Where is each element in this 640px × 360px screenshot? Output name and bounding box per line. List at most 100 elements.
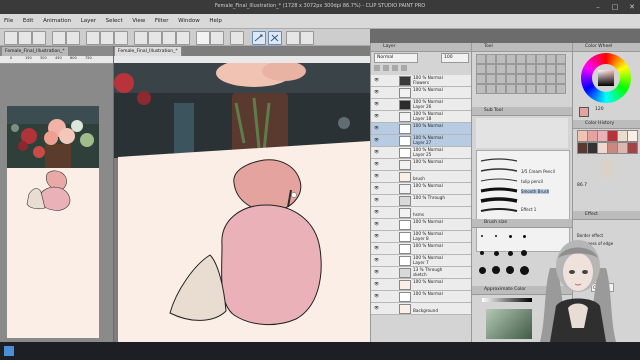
tool-button[interactable] [546,74,556,84]
maximize-icon[interactable]: □ [607,0,623,14]
tool-button[interactable] [526,64,536,74]
menu-window[interactable]: Window [174,14,204,28]
history-swatch[interactable] [627,142,638,154]
eye-icon[interactable]: 👁 [374,234,379,238]
eye-icon[interactable]: 👁 [374,162,379,166]
eye-icon[interactable]: 👁 [374,270,379,274]
layer-row[interactable]: 👁 100 % Normal [371,123,471,135]
tool-button[interactable] [476,64,486,74]
tool-button[interactable] [556,64,566,74]
layer-row[interactable]: 👁 100 % Through [371,195,471,207]
eye-icon[interactable]: 👁 [374,114,379,118]
eye-icon[interactable]: 👁 [374,210,379,214]
tool-button[interactable] [476,54,486,64]
tool-button[interactable] [536,54,546,64]
eye-icon[interactable]: 👁 [374,90,379,94]
menu-select[interactable]: Select [102,14,127,28]
approx-color-grid[interactable] [486,309,532,339]
layer-row[interactable]: 👁 100 % Normal [371,183,471,195]
layer-row[interactable]: 👁 brush [371,171,471,183]
snap-special-icon[interactable] [210,31,224,45]
menu-edit[interactable]: Edit [19,14,38,28]
tool-button[interactable] [486,64,496,74]
layer-row[interactable]: 👁 100 % Normal Layer 27 [371,135,471,147]
clear-icon[interactable] [86,31,100,45]
tool-button[interactable] [496,84,506,94]
tool-button[interactable] [526,54,536,64]
eye-icon[interactable]: 👁 [374,258,379,262]
menu-file[interactable]: File [0,14,17,28]
trash-icon[interactable] [401,65,407,71]
layer-row[interactable]: 👁 100 % Normal Layer 25 [371,147,471,159]
blend-mode-select[interactable]: Normal [374,53,418,63]
new-layer-icon[interactable] [374,65,380,71]
layer-row[interactable]: 👁 Background [371,303,471,315]
deselect-icon[interactable] [148,31,162,45]
eye-icon[interactable]: 👁 [374,126,379,130]
layer-row[interactable]: 👁 100 % Normal [371,279,471,291]
mask-icon[interactable] [392,65,398,71]
tool-button[interactable] [476,74,486,84]
tool-button[interactable] [556,74,566,84]
saturation-square[interactable] [598,70,614,86]
layer-row[interactable]: 👁 100 % Normal Flowers [371,75,471,87]
layer-row[interactable]: 👁 100 % Normal [371,291,471,303]
brush-size-option[interactable] [478,266,486,274]
tool-button[interactable] [526,84,536,94]
layer-row[interactable]: 👁 100 % Normal Layer 7 [371,255,471,267]
menu-help[interactable]: Help [205,14,226,28]
eye-icon[interactable]: 👁 [374,138,379,142]
navigator-thumb[interactable] [601,159,613,179]
layer-row[interactable]: 👁 13 % Through sketch [371,267,471,279]
perspective-snap-icon[interactable] [268,31,282,45]
layer-row[interactable]: 👁 100 % Normal Layer 18 [371,111,471,123]
layer-row[interactable]: 👁 100 % Normal Layer 8 [371,231,471,243]
eye-icon[interactable]: 👁 [374,222,379,226]
tool-button[interactable] [546,54,556,64]
brush-size-option[interactable] [508,234,512,238]
layer-row[interactable]: 👁 100 % Normal [371,243,471,255]
brush-size-option[interactable] [495,235,497,237]
layer-row[interactable]: 👁 100 % Normal [371,87,471,99]
eye-icon[interactable]: 👁 [374,282,379,286]
tool-button[interactable] [506,84,516,94]
clear-outside-icon[interactable] [100,31,114,45]
tool-button[interactable] [536,64,546,74]
brush-size-option[interactable] [481,235,483,237]
eye-icon[interactable]: 👁 [374,306,379,310]
tool-button[interactable] [496,74,506,84]
main-color-swatch[interactable] [579,107,589,117]
undo-icon[interactable] [52,31,66,45]
brush-name[interactable]: Effect 1 [521,207,536,212]
redo-icon[interactable] [66,31,80,45]
brush-size-option[interactable] [521,250,527,256]
layer-row[interactable]: 👁 100 % Normal [371,219,471,231]
tool-button[interactable] [526,74,536,84]
tool-button[interactable] [516,54,526,64]
brush-size-option[interactable] [507,250,513,256]
brush-name[interactable]: Smooth Brush [521,189,550,194]
tool-button[interactable] [496,54,506,64]
illustration-canvas[interactable] [114,63,370,342]
invert-selection-icon[interactable] [162,31,176,45]
tool-button[interactable] [546,64,556,74]
eye-icon[interactable]: 👁 [374,198,379,202]
color-wheel[interactable] [581,53,631,103]
start-icon[interactable] [4,346,14,356]
flip-icon[interactable] [300,31,314,45]
tool-button[interactable] [486,54,496,64]
eye-icon[interactable]: 👁 [374,102,379,106]
fill-icon[interactable] [114,31,128,45]
show-selection-icon[interactable] [176,31,190,45]
close-icon[interactable]: ✕ [624,0,640,14]
tool-button[interactable] [476,84,486,94]
tool-button[interactable] [506,74,516,84]
minimize-icon[interactable]: – [590,0,606,14]
layer-row[interactable]: 👁 100 % Normal Layer 26 [371,99,471,111]
eye-icon[interactable]: 👁 [374,294,379,298]
canvas-area[interactable]: Female_Final_Illustration_* [114,46,370,342]
rotate-icon[interactable] [286,31,300,45]
layer-row[interactable]: 👁 hsms [371,207,471,219]
brush-size-option[interactable] [522,234,526,238]
menu-view[interactable]: View [128,14,149,28]
